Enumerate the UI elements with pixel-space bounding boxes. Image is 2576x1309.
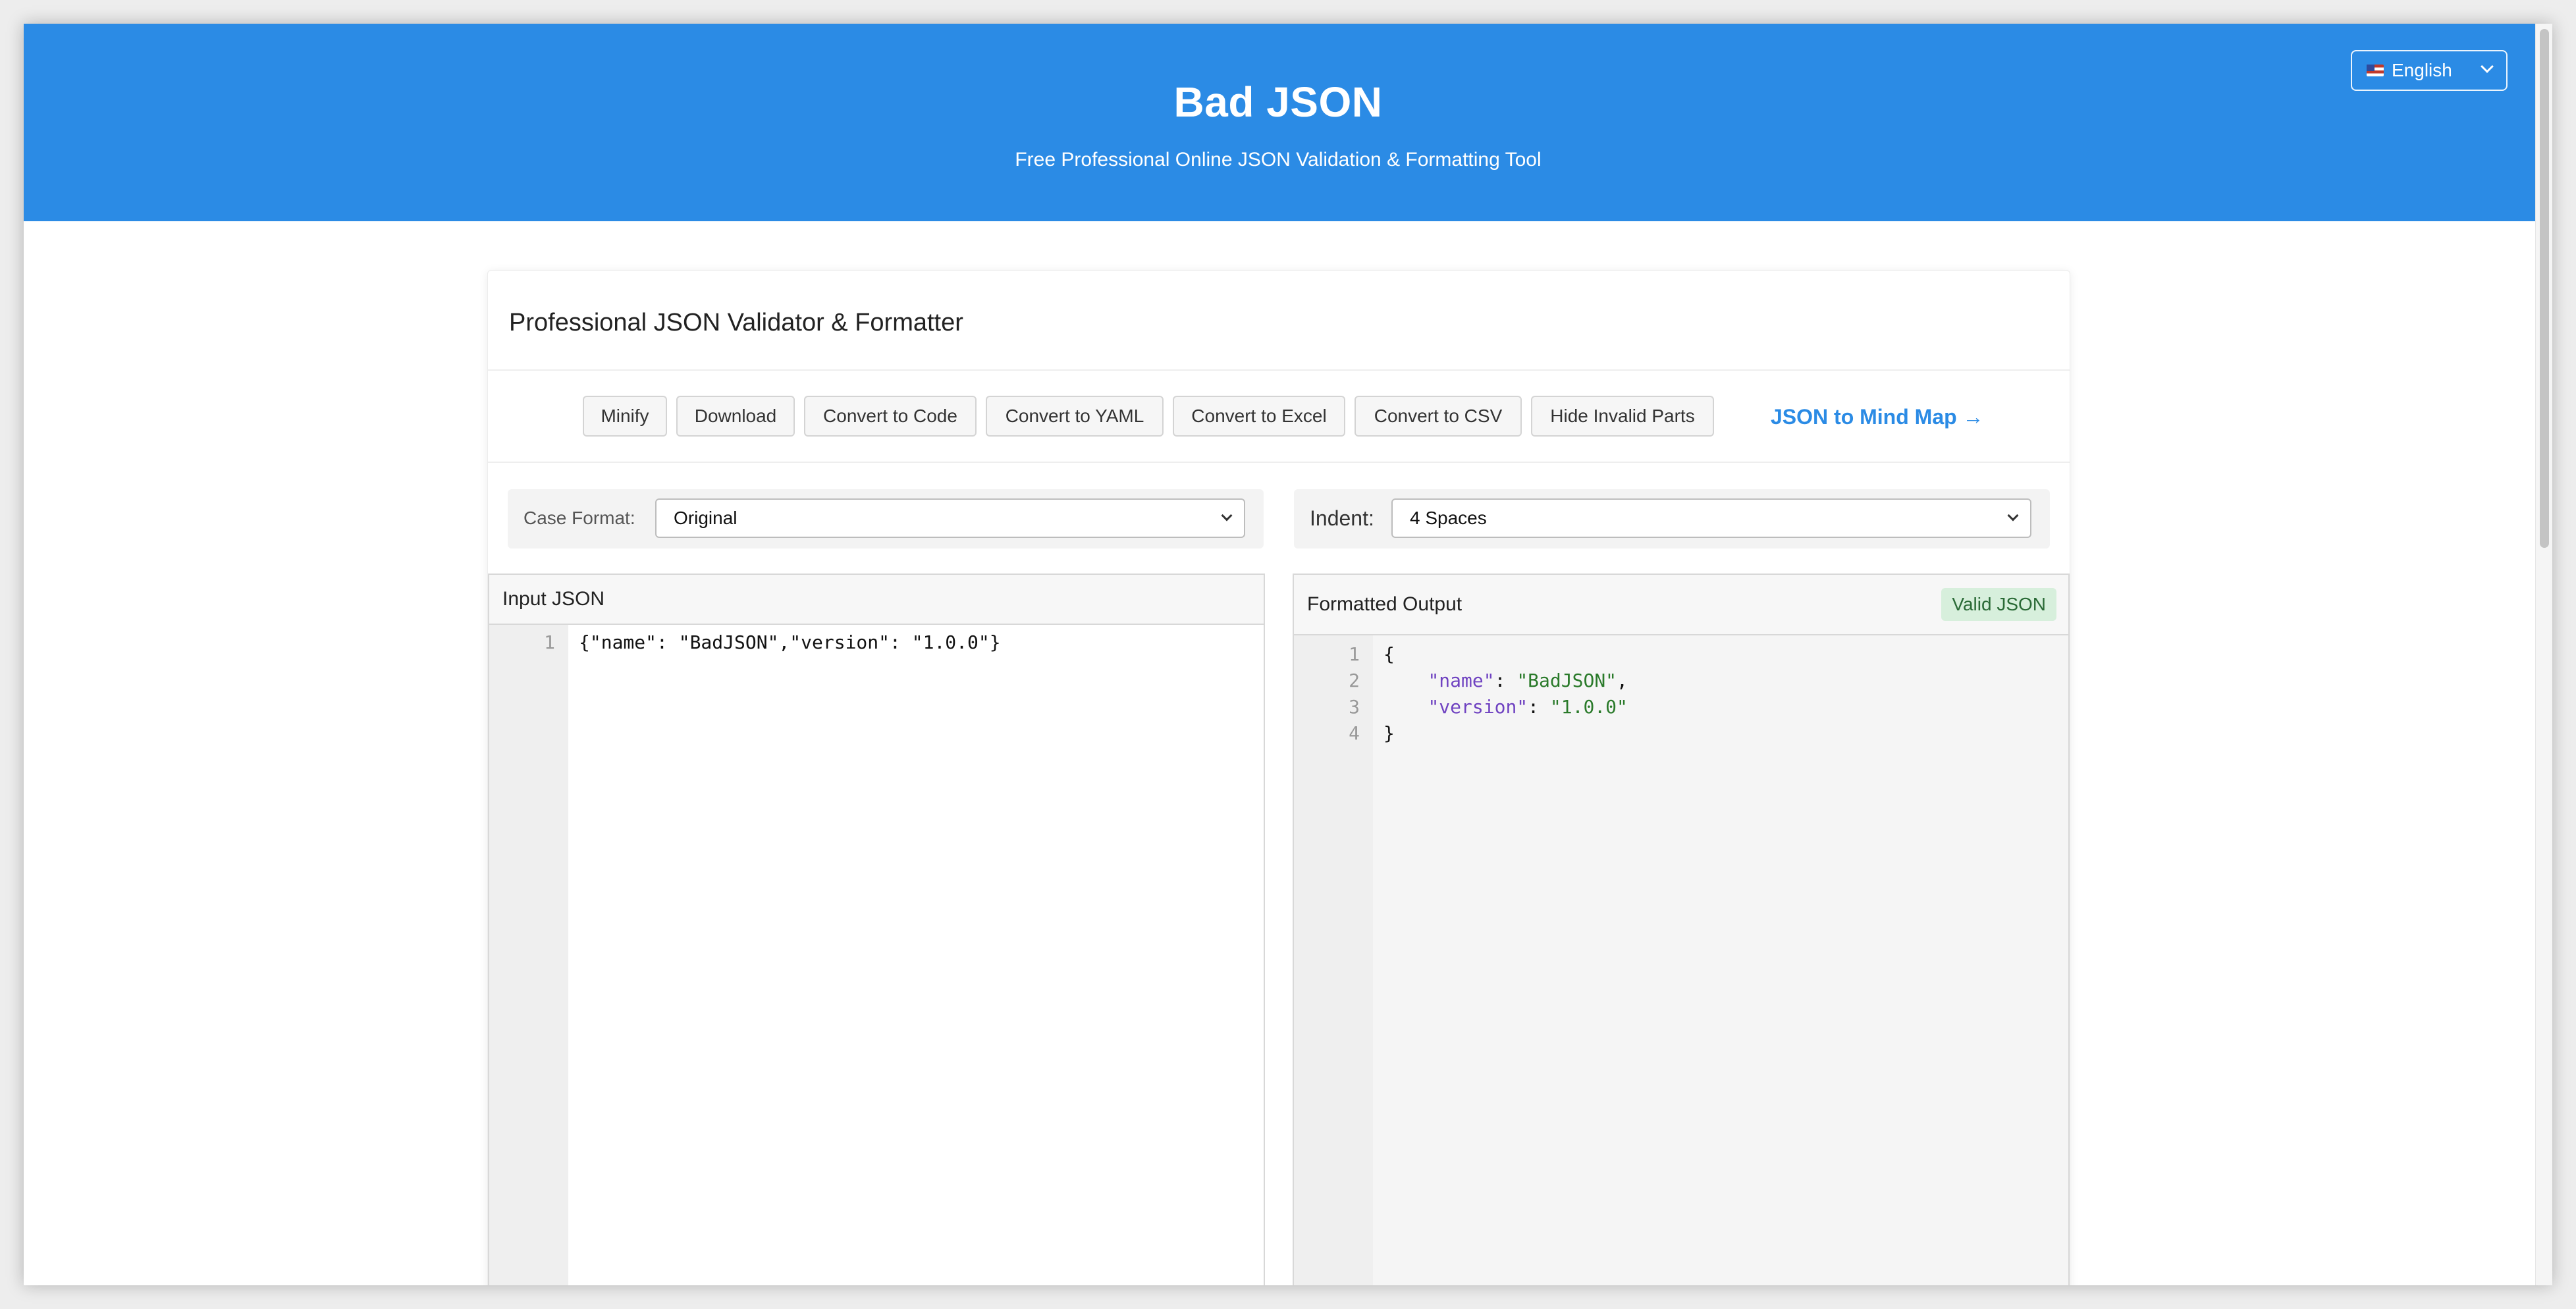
indent-select[interactable]: 4 Spaces [1391,498,2031,538]
json-string: "1.0.0" [1549,696,1628,718]
chevron-down-icon [2481,60,2494,73]
valid-json-badge: Valid JSON [1941,588,2056,621]
json-to-mind-map-link[interactable]: JSON to Mind Map → [1771,405,1984,429]
validator-card: Professional JSON Validator & Formatter … [487,270,2070,1285]
language-select[interactable]: English [2351,50,2508,91]
language-select-value: English [2392,60,2452,80]
json-key: "name" [1428,670,1495,691]
case-format-select[interactable]: Original [655,498,1245,538]
json-brace: { [1383,643,1395,665]
line-number: 1 [544,631,555,653]
site-header: Bad JSON Free Professional Online JSON V… [24,24,2552,221]
site-subtitle: Free Professional Online JSON Validation… [1015,149,1542,171]
card-title: Professional JSON Validator & Formatter [509,309,963,336]
code-line: "version": "1.0.0" [1428,696,1628,718]
convert-to-csv-button[interactable]: Convert to CSV [1355,396,1522,437]
code-line: } [1383,722,1395,744]
output-panel-title: Formatted Output [1307,593,1462,615]
line-number: 1 [1349,643,1360,665]
convert-to-yaml-button[interactable]: Convert to YAML [986,396,1164,437]
formatted-output-area[interactable] [1373,635,2068,1285]
page-scrollbar[interactable] [2535,24,2552,1285]
line-number: 3 [1349,696,1360,718]
site-title: Bad JSON [1173,78,1383,126]
chevron-down-icon [2007,510,2019,521]
output-panel-header: Formatted Output Valid JSON [1294,575,2068,635]
line-number-gutter: 1 [489,625,568,1285]
json-string: "BadJSON" [1516,670,1617,691]
minify-button[interactable]: Minify [583,396,667,437]
json-key: "version" [1428,696,1528,718]
json-brace: } [1383,722,1395,744]
line-number-gutter: 1 2 3 4 [1294,635,1373,1285]
divider [488,462,2070,463]
us-flag-icon [2367,65,2384,76]
case-format-group: Case Format: Original [508,489,1264,548]
input-panel-header: Input JSON [489,575,1264,625]
browser-window: Bad JSON Free Professional Online JSON V… [24,24,2552,1285]
output-panel: Formatted Output Valid JSON 1 2 3 4 { "n… [1293,574,2070,1285]
toolbar: Minify Download Convert to Code Convert … [488,369,2070,462]
input-json-editor[interactable]: {"name": "BadJSON","version": "1.0.0"} [579,631,1001,653]
input-panel: Input JSON 1 {"name": "BadJSON","version… [488,574,1265,1285]
convert-to-code-button[interactable]: Convert to Code [804,396,977,437]
case-format-label: Case Format: [523,508,635,528]
scrollbar-thumb[interactable] [2540,29,2549,548]
case-format-value: Original [674,508,738,528]
input-panel-title: Input JSON [502,588,605,610]
indent-group: Indent: 4 Spaces [1294,489,2050,548]
hide-invalid-parts-button[interactable]: Hide Invalid Parts [1531,396,1714,437]
indent-label: Indent: [1310,506,1374,530]
line-number: 2 [1349,670,1360,691]
code-line: "name": "BadJSON", [1428,670,1628,691]
chevron-down-icon [1221,510,1233,521]
convert-to-excel-button[interactable]: Convert to Excel [1173,396,1345,437]
download-button[interactable]: Download [676,396,795,437]
code-line: { [1383,643,1395,665]
line-number: 4 [1349,722,1360,744]
indent-value: 4 Spaces [1410,508,1487,528]
